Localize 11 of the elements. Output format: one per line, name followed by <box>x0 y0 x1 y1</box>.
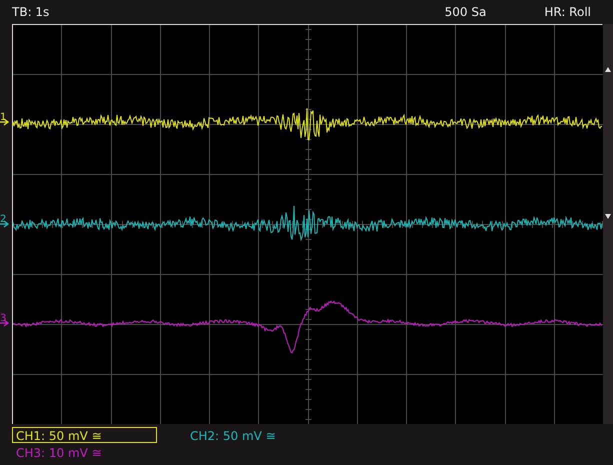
channel-label[interactable]: CH1: 50 mV ≅ <box>12 427 157 443</box>
channel-label[interactable]: CH3: 10 mV ≅ <box>12 444 106 460</box>
channel-label[interactable]: CH2: 50 mV ≅ <box>186 427 280 443</box>
acquisition-mode: HR: Roll <box>544 5 591 19</box>
arrow-icon <box>0 118 10 126</box>
up-triangle-icon[interactable] <box>605 67 611 72</box>
sample-count: 500 Sa <box>444 5 486 19</box>
arrow-icon <box>0 220 10 228</box>
down-triangle-icon[interactable] <box>605 214 611 219</box>
channel-number: 3 <box>0 313 6 324</box>
timebase-label: TB: 1s <box>12 5 50 19</box>
